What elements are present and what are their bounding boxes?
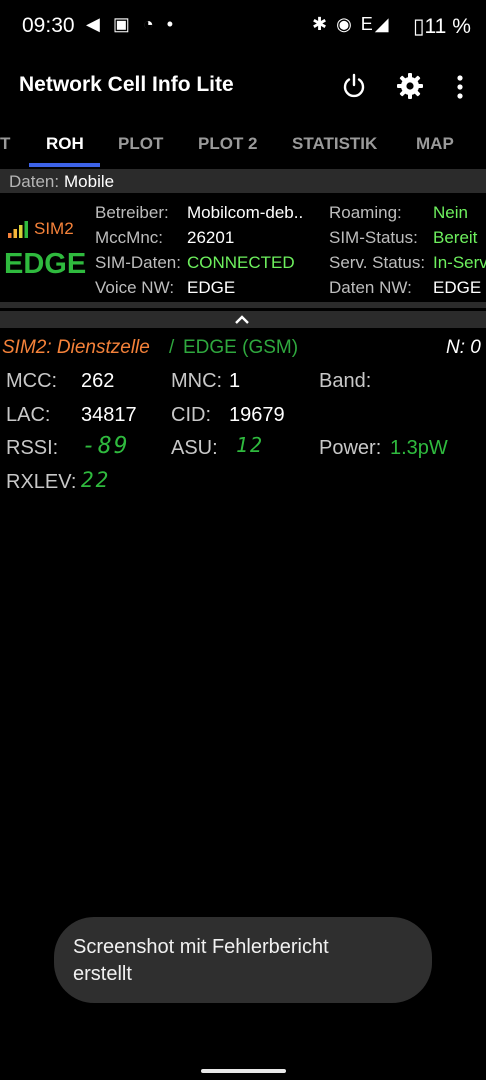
more-vert-icon[interactable]	[452, 74, 468, 100]
active-tab-indicator	[29, 163, 100, 167]
mccmnc-value: 26201	[187, 228, 235, 247]
sim-status-value: Bereit	[433, 228, 478, 247]
status-bar: 09:30 ◀ ▣ ◔ • ✱ ◉ E◢ ▯11 %	[0, 0, 486, 54]
sim-status-label: SIM-Status:	[329, 228, 418, 247]
app-title: Network Cell Info Lite	[19, 73, 234, 96]
tab-statistik[interactable]: STATISTIK	[292, 134, 377, 154]
roaming-value: Nein	[433, 203, 468, 222]
tab-roh[interactable]: ROH	[46, 134, 84, 154]
sim-data-label: SIM-Daten:	[95, 253, 181, 272]
voice-nw-label: Voice NW:	[95, 278, 175, 297]
power-label: Power:	[319, 437, 382, 459]
cid-label: CID:	[171, 404, 211, 426]
rssi-value: -89	[82, 433, 130, 459]
serving-cell-separator: /	[169, 337, 175, 358]
battery-indicator: ▯11 %	[413, 15, 471, 38]
asu-value: 12	[236, 433, 265, 457]
mccmnc-label: MccMnc:	[95, 228, 163, 247]
chevron-up-icon[interactable]	[233, 313, 251, 325]
mnc-label: MNC:	[171, 370, 223, 392]
system-status-icons: ✱ ◉ E◢	[312, 14, 391, 34]
serving-cell-title: SIM2: Dienstzelle	[2, 337, 150, 358]
mcc-label: MCC:	[6, 370, 58, 392]
serv-status-value: In-Serv	[433, 253, 486, 272]
data-nw-label: Daten NW:	[329, 278, 412, 297]
voice-nw-value: EDGE	[187, 278, 236, 297]
power-icon[interactable]	[340, 72, 368, 100]
roaming-label: Roaming:	[329, 203, 402, 222]
section-divider	[0, 302, 486, 308]
notification-icons: ◀ ▣ ◔ •	[86, 14, 178, 34]
lac-label: LAC:	[6, 404, 51, 426]
operator-value: Mobilcom-deb..	[187, 203, 304, 222]
band-label: Band:	[319, 370, 372, 392]
mcc-value: 262	[81, 370, 115, 392]
lac-value: 34817	[81, 404, 137, 426]
serv-status-label: Serv. Status:	[329, 253, 426, 272]
operator-label: Betreiber:	[95, 203, 169, 222]
tab-plot-2[interactable]: PLOT 2	[198, 134, 258, 154]
signal-strength-icon	[8, 221, 28, 238]
mnc-value: 1	[229, 370, 241, 392]
serving-cell-technology: EDGE (GSM)	[183, 337, 299, 358]
asu-label: ASU:	[171, 437, 218, 459]
data-label: Daten:	[9, 172, 60, 191]
tab-map[interactable]: MAP	[416, 134, 454, 154]
sim-technology: EDGE	[4, 248, 87, 280]
cid-value: 19679	[229, 404, 285, 426]
power-value: 1.3pW	[390, 437, 448, 459]
rxlev-value: 22	[81, 468, 111, 492]
rxlev-label: RXLEV:	[6, 471, 77, 493]
sim-label: SIM2	[34, 219, 74, 238]
home-gesture-bar[interactable]	[201, 1069, 286, 1073]
data-value: Mobile	[64, 172, 115, 191]
gear-icon[interactable]	[396, 72, 424, 100]
tab-bar: T ROH PLOT PLOT 2 STATISTIK MAP	[0, 124, 486, 168]
tab-plot[interactable]: PLOT	[118, 134, 163, 154]
data-nw-value: EDGE	[433, 278, 482, 297]
status-time: 09:30	[22, 14, 75, 37]
neighbor-count: N: 0	[446, 337, 481, 358]
tab-t[interactable]: T	[0, 134, 10, 154]
toast-text: Screenshot mit Fehlerbericht erstellt	[73, 936, 329, 985]
sim-data-value: CONNECTED	[187, 253, 295, 272]
rssi-label: RSSI:	[6, 437, 59, 459]
